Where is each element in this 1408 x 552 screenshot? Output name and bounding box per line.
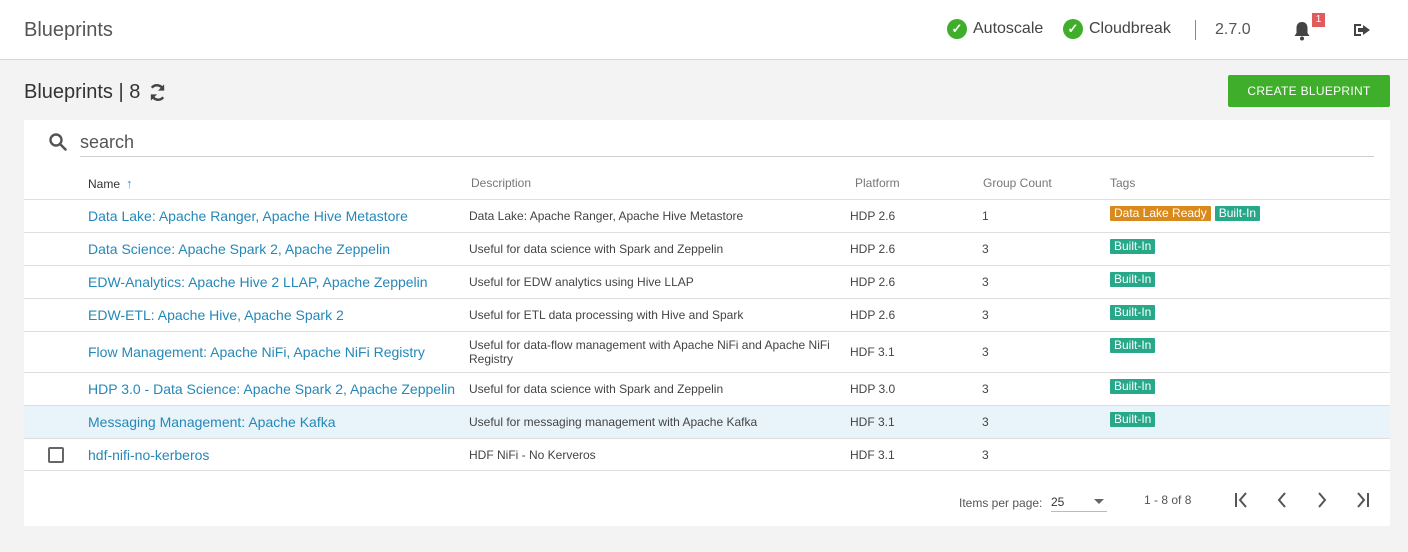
table-row[interactable]: Data Lake: Apache Ranger, Apache Hive Me… <box>24 199 1390 232</box>
blueprint-tags: Built-In <box>1110 332 1159 372</box>
items-per-page-label: Items per page: <box>959 496 1043 510</box>
blueprint-platform: HDP 2.6 <box>850 275 896 289</box>
table-row[interactable]: Data Science: Apache Spark 2, Apache Zep… <box>24 232 1390 265</box>
blueprint-name-link[interactable]: hdf-nifi-no-kerberos <box>88 439 209 470</box>
blueprint-description: Useful for messaging management with Apa… <box>469 415 758 429</box>
blueprint-platform: HDP 2.6 <box>850 308 896 322</box>
built-in-tag: Built-In <box>1110 305 1156 320</box>
logout-icon[interactable] <box>1353 22 1371 38</box>
items-per-page-value: 25 <box>1051 494 1065 509</box>
blueprints-panel: Name ↑ Description Platform Group Count T… <box>24 120 1390 526</box>
blueprint-name-link[interactable]: Messaging Management: Apache Kafka <box>88 406 336 438</box>
status-autoscale[interactable]: ✓ Autoscale <box>947 19 1043 39</box>
table-row[interactable]: EDW-Analytics: Apache Hive 2 LLAP, Apach… <box>24 265 1390 298</box>
built-in-tag: Built-In <box>1110 239 1156 254</box>
column-header-description[interactable]: Description <box>471 176 531 190</box>
bell-icon[interactable] <box>1293 21 1311 41</box>
built-in-tag: Built-In <box>1110 338 1156 353</box>
row-checkbox[interactable] <box>48 446 64 463</box>
blueprint-group-count: 3 <box>982 415 989 429</box>
blueprint-platform: HDP 3.0 <box>850 382 896 396</box>
column-header-name[interactable]: Name ↑ <box>88 176 133 191</box>
blueprint-tags: Built-In <box>1110 373 1159 405</box>
blueprint-group-count: 3 <box>982 275 989 289</box>
top-bar: Blueprints ✓ Autoscale ✓ Cloudbreak 2.7.… <box>0 0 1408 60</box>
table-row[interactable]: Messaging Management: Apache Kafka Useful… <box>24 405 1390 438</box>
blueprint-group-count: 3 <box>982 308 989 322</box>
blueprint-description: Useful for ETL data processing with Hive… <box>469 308 744 322</box>
table-row[interactable]: Flow Management: Apache NiFi, Apache NiF… <box>24 331 1390 372</box>
blueprint-platform: HDP 2.6 <box>850 209 896 223</box>
blueprint-description: Useful for data science with Spark and Z… <box>469 382 724 396</box>
blueprint-tags: Built-In <box>1110 233 1159 265</box>
blueprint-name-link[interactable]: HDP 3.0 - Data Science: Apache Spark 2, … <box>88 373 455 405</box>
blueprint-name-link[interactable]: Flow Management: Apache NiFi, Apache NiF… <box>88 332 425 372</box>
pagination-range: 1 - 8 of 8 <box>1144 493 1192 507</box>
table-row[interactable]: hdf-nifi-no-kerberos HDF NiFi - No Kerver… <box>24 438 1390 470</box>
blueprint-name-link[interactable]: EDW-ETL: Apache Hive, Apache Spark 2 <box>88 299 344 331</box>
blueprint-group-count: 1 <box>982 209 989 223</box>
data-lake-ready-tag: Data Lake Ready <box>1110 206 1211 221</box>
blueprint-name-link[interactable]: Data Lake: Apache Ranger, Apache Hive Me… <box>88 200 408 232</box>
blueprint-tags: Built-In <box>1110 406 1159 438</box>
built-in-tag: Built-In <box>1110 379 1156 394</box>
version-label: 2.7.0 <box>1215 21 1251 38</box>
table-row[interactable]: HDP 3.0 - Data Science: Apache Spark 2, … <box>24 372 1390 405</box>
sort-ascending-icon: ↑ <box>126 176 133 191</box>
column-label: Name <box>88 177 121 191</box>
status-cloudbreak[interactable]: ✓ Cloudbreak <box>1063 19 1171 39</box>
refresh-icon[interactable] <box>148 83 167 102</box>
blueprint-platform: HDF 3.1 <box>850 447 895 462</box>
blueprint-group-count: 3 <box>982 447 989 462</box>
first-page-icon[interactable] <box>1232 490 1252 510</box>
app-title: Blueprints <box>24 19 113 41</box>
notification-badge: 1 <box>1312 13 1325 27</box>
check-circle-icon: ✓ <box>947 19 967 39</box>
items-per-page-select[interactable]: 25 <box>1051 492 1107 512</box>
blueprint-group-count: 3 <box>982 345 989 359</box>
blueprint-description: Useful for EDW analytics using Hive LLAP <box>469 275 694 289</box>
create-blueprint-button[interactable]: CREATE BLUEPRINT <box>1228 75 1390 107</box>
blueprint-tags: Built-In <box>1110 266 1159 298</box>
table-bottom-border <box>24 470 1390 471</box>
blueprint-description: Useful for data-flow management with Apa… <box>469 338 830 366</box>
next-page-icon[interactable] <box>1312 490 1332 510</box>
blueprint-description: Data Lake: Apache Ranger, Apache Hive Me… <box>469 209 744 223</box>
blueprint-name-link[interactable]: EDW-Analytics: Apache Hive 2 LLAP, Apach… <box>88 266 428 298</box>
blueprint-description: HDF NiFi - No Kerveros <box>469 447 596 462</box>
check-circle-icon: ✓ <box>1063 19 1083 39</box>
blueprint-tags: Data Lake Ready Built-In <box>1110 200 1264 232</box>
search-input[interactable] <box>80 128 1374 157</box>
built-in-tag: Built-In <box>1214 206 1261 221</box>
blueprint-group-count: 3 <box>982 242 989 256</box>
previous-page-icon[interactable] <box>1272 490 1292 510</box>
blueprint-name-link[interactable]: Data Science: Apache Spark 2, Apache Zep… <box>88 233 390 265</box>
blueprint-group-count: 3 <box>982 382 989 396</box>
blueprint-platform: HDP 2.6 <box>850 242 896 256</box>
built-in-tag: Built-In <box>1110 412 1156 427</box>
column-header-group-count[interactable]: Group Count <box>983 176 1052 190</box>
blueprint-tags: Built-In <box>1110 299 1159 331</box>
header-divider <box>1195 20 1196 40</box>
last-page-icon[interactable] <box>1352 490 1372 510</box>
status-label: Cloudbreak <box>1089 20 1171 37</box>
blueprint-description: Useful for data science with Spark and Z… <box>469 242 724 256</box>
table-row[interactable]: EDW-ETL: Apache Hive, Apache Spark 2 Usef… <box>24 298 1390 331</box>
built-in-tag: Built-In <box>1110 272 1156 287</box>
search-icon <box>49 133 67 151</box>
blueprint-platform: HDF 3.1 <box>850 345 895 359</box>
column-header-tags[interactable]: Tags <box>1110 176 1135 190</box>
page-heading: Blueprints | 8 <box>24 81 167 104</box>
status-label: Autoscale <box>973 20 1044 37</box>
blueprint-platform: HDF 3.1 <box>850 415 895 429</box>
chevron-down-icon <box>1094 499 1104 504</box>
column-header-platform[interactable]: Platform <box>855 176 900 190</box>
blueprints-count-title: Blueprints | 8 <box>24 81 141 103</box>
